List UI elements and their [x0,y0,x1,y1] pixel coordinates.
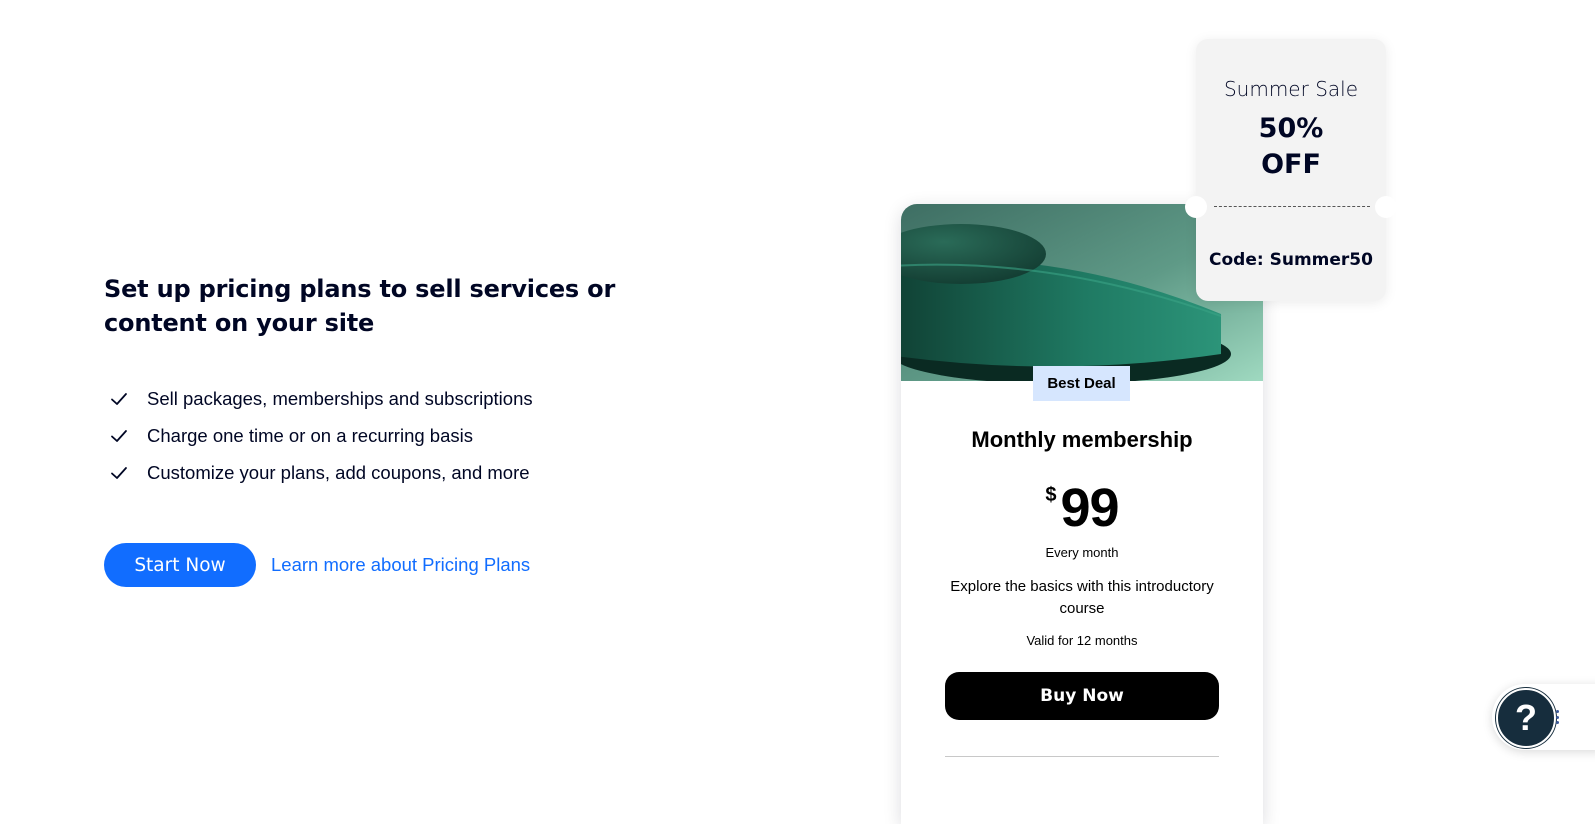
discount-label: OFF [1261,149,1321,180]
coupon-ticket: Summer Sale 50% OFF Code: Summer50 [1185,39,1397,301]
plan-price: $99 [901,476,1263,540]
help-widget: ? [1492,684,1595,750]
check-icon [110,390,128,408]
start-now-button[interactable]: Start Now [104,543,256,587]
plan-description: Explore the basics with this introductor… [950,578,1214,617]
check-icon [110,464,128,482]
ticket-notch [1185,196,1207,218]
coupon-code: Code: Summer50 [1209,250,1373,270]
feature-item: Charge one time or on a recurring basis [104,417,624,454]
buy-now-button[interactable]: Buy Now [945,672,1219,720]
feature-item: Customize your plans, add coupons, and m… [104,454,624,491]
learn-more-link[interactable]: Learn more about Pricing Plans [271,554,530,576]
page-headline: Set up pricing plans to sell services or… [104,275,616,337]
question-icon[interactable]: ? [1496,688,1556,748]
intro-section: Set up pricing plans to sell services or… [104,272,624,587]
check-icon [110,427,128,445]
discount-amount: 50% [1258,113,1324,144]
billing-period: Every month [1045,545,1119,560]
feature-item: Sell packages, memberships and subscript… [104,380,624,417]
ticket-notch [1375,196,1397,218]
drag-handle[interactable] [1556,710,1562,724]
feature-label: Customize your plans, add coupons, and m… [147,461,530,483]
card-divider [945,756,1219,757]
plan-validity: Valid for 12 months [1026,633,1138,648]
plan-name: Monthly membership [971,427,1193,452]
coupon-perforation [1214,206,1370,207]
best-deal-badge: Best Deal [1033,366,1130,401]
sale-title: Summer Sale [1223,77,1359,101]
feature-label: Sell packages, memberships and subscript… [147,387,533,409]
feature-list: Sell packages, memberships and subscript… [104,380,624,491]
feature-label: Charge one time or on a recurring basis [147,424,473,446]
price-currency: $ [1045,484,1057,506]
price-amount: 99 [1060,478,1120,538]
intro-actions: Start Now Learn more about Pricing Plans [104,543,530,587]
sale-discount: 50% OFF [1196,111,1386,183]
